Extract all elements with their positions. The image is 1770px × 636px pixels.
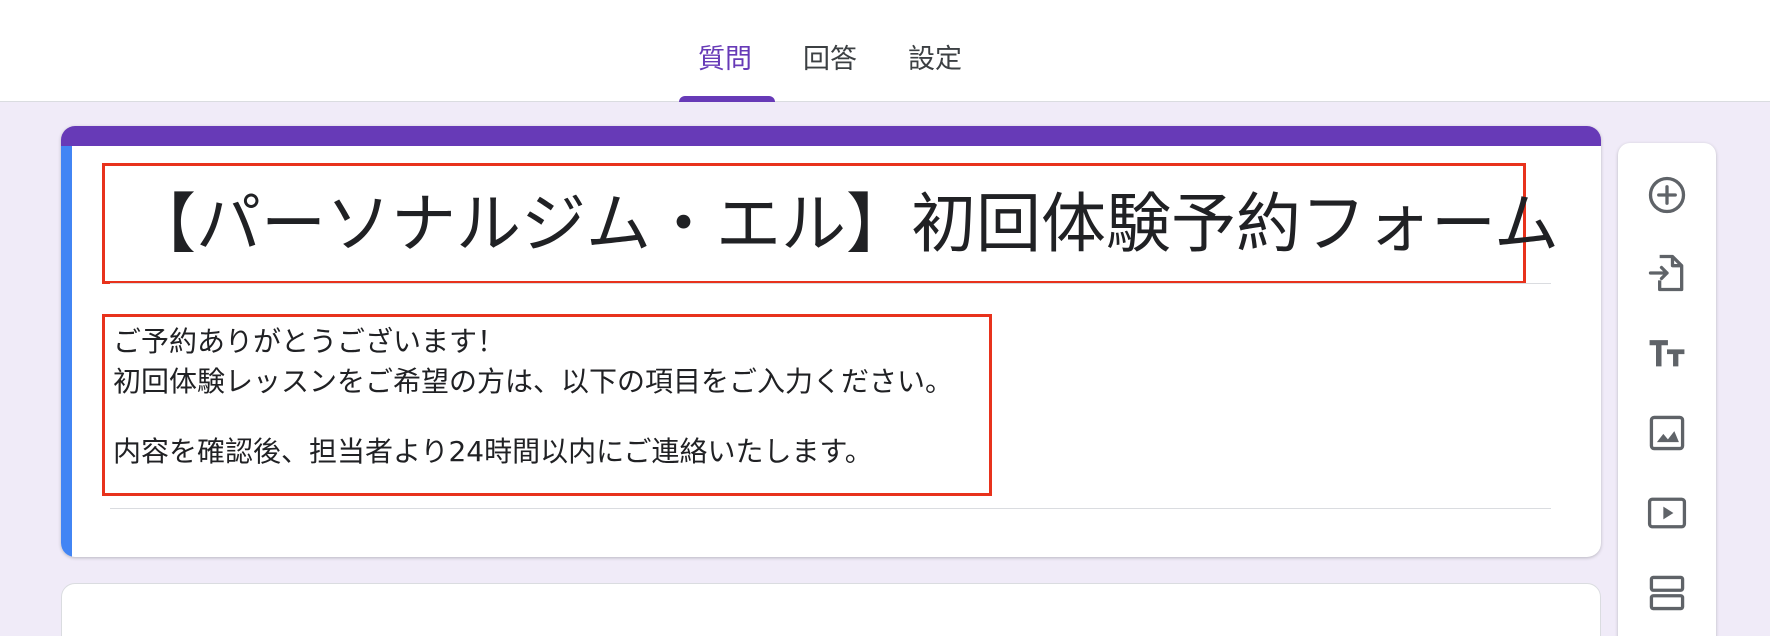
add-section-icon[interactable] (1643, 569, 1691, 617)
tab-settings[interactable]: 設定 (908, 42, 962, 78)
tab-responses[interactable]: 回答 (803, 42, 857, 78)
description-line-2[interactable]: 初回体験レッスンをご希望の方は、以下の項目をご入力ください。 (113, 363, 953, 401)
description-line-1[interactable]: ご予約ありがとうございます！ (113, 323, 505, 361)
description-highlight-box: ご予約ありがとうございます！ 初回体験レッスンをご希望の方は、以下の項目をご入力… (102, 314, 992, 496)
add-question-icon[interactable] (1643, 171, 1691, 219)
theme-color-band (61, 126, 1601, 146)
import-questions-icon[interactable] (1643, 249, 1691, 297)
add-image-icon[interactable] (1643, 409, 1691, 457)
tab-questions[interactable]: 質問 (698, 42, 752, 78)
form-title-input[interactable]: 【パーソナルジム・エル】初回体験予約フォーム (131, 186, 1559, 264)
description-line-3[interactable]: 内容を確認後、担当者より24時間以内にご連絡いたします。 (113, 433, 873, 471)
add-video-icon[interactable] (1643, 489, 1691, 537)
form-header-card[interactable]: 【パーソナルジム・エル】初回体験予約フォーム ご予約ありがとうございます！ 初回… (61, 126, 1601, 557)
title-underline (110, 283, 1551, 284)
top-bar: 質問 回答 設定 (0, 0, 1770, 102)
title-highlight-box: 【パーソナルジム・エル】初回体験予約フォーム (102, 163, 1559, 284)
focus-indicator-bar (61, 146, 72, 557)
tab-bar: 質問 回答 設定 (0, 0, 1770, 102)
add-title-icon[interactable] (1643, 329, 1691, 377)
floating-toolbar (1618, 143, 1716, 636)
question-card[interactable] (61, 583, 1601, 636)
active-tab-indicator (679, 96, 775, 102)
description-underline (110, 508, 1551, 509)
